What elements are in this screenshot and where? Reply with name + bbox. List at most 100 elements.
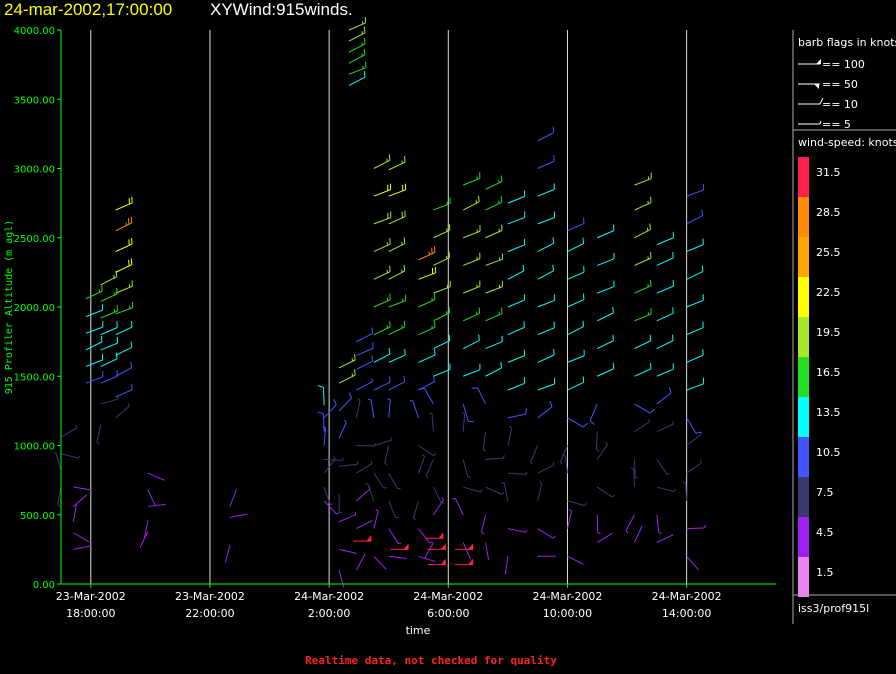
wind-barb [323, 398, 337, 419]
wind-barb [356, 355, 374, 370]
legend-panel: barb flags in knots == 100 == 50 == 10 == 5… [792, 30, 896, 624]
wind-barb [433, 280, 451, 294]
wind-barb [348, 16, 367, 31]
wind-barb [634, 525, 643, 543]
speed-legend-item: 13.5 [798, 397, 841, 437]
wind-barb [388, 265, 406, 280]
x-tick-date: 23-Mar-2002 [56, 590, 126, 603]
x-tick-time: 14:00:00 [662, 607, 711, 620]
wind-barb [686, 184, 705, 197]
wind-barb [147, 472, 165, 481]
wind-barb [686, 294, 704, 308]
wind-barb [537, 294, 555, 308]
wind-barb [567, 376, 585, 391]
wind-barb [567, 349, 585, 363]
wind-barb [85, 321, 104, 334]
wind-barb [428, 412, 434, 432]
x-tick-date: 24-Mar-2002 [532, 590, 602, 603]
wind-barb [355, 398, 361, 418]
y-tick-label: 0.00 [33, 580, 55, 591]
wind-barb [501, 482, 509, 501]
wind-barb [368, 398, 375, 418]
wind-barb [73, 494, 88, 507]
wind-barb [433, 224, 451, 239]
wind-barb [480, 514, 487, 535]
wind-barb [115, 383, 133, 398]
wind-barb [85, 304, 104, 318]
wind-barb [634, 223, 651, 239]
wind-barb [373, 293, 391, 308]
wind-barb [462, 195, 480, 211]
wind-barb [373, 376, 391, 391]
wind-barb [537, 400, 553, 419]
wind-barb [507, 190, 526, 204]
wind-barb [462, 334, 480, 349]
wind-barb [85, 285, 103, 300]
wind-barb [100, 287, 118, 302]
wind-barb [100, 352, 118, 368]
wind-barb [656, 363, 674, 377]
wind-barb [656, 387, 672, 405]
wind-barb [388, 472, 401, 490]
wind-barb [373, 321, 391, 336]
wind-barb [463, 252, 481, 266]
wind-barb [633, 459, 639, 479]
wind-barb [338, 493, 343, 514]
wind-barb [424, 542, 434, 559]
wind-barb [373, 265, 391, 280]
wind-barb [656, 251, 674, 266]
svg-text:16.5: 16.5 [816, 366, 841, 379]
wind-barb [485, 307, 503, 322]
wind-barb [57, 486, 62, 507]
wind-barb [686, 209, 704, 225]
svg-text:22.5: 22.5 [816, 286, 841, 299]
wind-barb [485, 280, 503, 294]
wind-barb [432, 497, 444, 516]
wind-barb [418, 375, 435, 391]
wind-barb [356, 520, 373, 530]
wind-barb [373, 154, 391, 169]
wind-barb [529, 445, 539, 465]
plot-grid [90, 30, 688, 584]
wind-barb [656, 421, 674, 433]
wind-barb [589, 403, 598, 426]
wind-barb [504, 556, 509, 575]
wind-barb [462, 459, 471, 478]
wind-barb [356, 327, 374, 343]
wind-barb [686, 238, 704, 253]
wind-barb-flag [427, 558, 446, 566]
wind-barb [433, 363, 451, 377]
wind-barb [373, 348, 391, 363]
wind-barb [418, 293, 436, 308]
wind-barb [507, 425, 513, 446]
svg-text:25.5: 25.5 [816, 246, 841, 259]
wind-barb [388, 528, 402, 545]
svg-text:4.5: 4.5 [816, 526, 834, 539]
wind-barb [507, 211, 526, 225]
wind-barb [537, 183, 555, 197]
wind-barb [338, 353, 356, 369]
wind-barb [596, 486, 615, 498]
wind-barb [462, 542, 471, 560]
wind-barb [461, 411, 466, 432]
y-axis-label: 915 Profiler Altitude (m agl) [4, 220, 15, 395]
wind-barb [485, 253, 503, 266]
wind-barb [537, 481, 543, 502]
x-tick-time: 2:00:00 [308, 607, 350, 620]
svg-text:1.5: 1.5 [816, 566, 834, 579]
y-ticks: 0.00 500.00 1000.00 1500.00 2000.00 2500.00 30… [14, 26, 61, 591]
wind-barb [507, 321, 525, 336]
wind-barb [418, 349, 436, 363]
wind-barb [388, 375, 406, 391]
wind-barb [115, 258, 133, 273]
wind-barb [507, 377, 526, 391]
wind-barb [115, 403, 130, 419]
wind-barb [634, 334, 652, 350]
wind-barb [686, 321, 704, 336]
wind-barb [597, 334, 614, 350]
wind-barb [356, 443, 377, 447]
speed-legend-item: 10.5 [798, 437, 841, 477]
x-tick-date: 24-Mar-2002 [413, 590, 483, 603]
quality-note: Realtime data, not checked for quality [305, 654, 557, 667]
wind-barb [73, 532, 90, 543]
